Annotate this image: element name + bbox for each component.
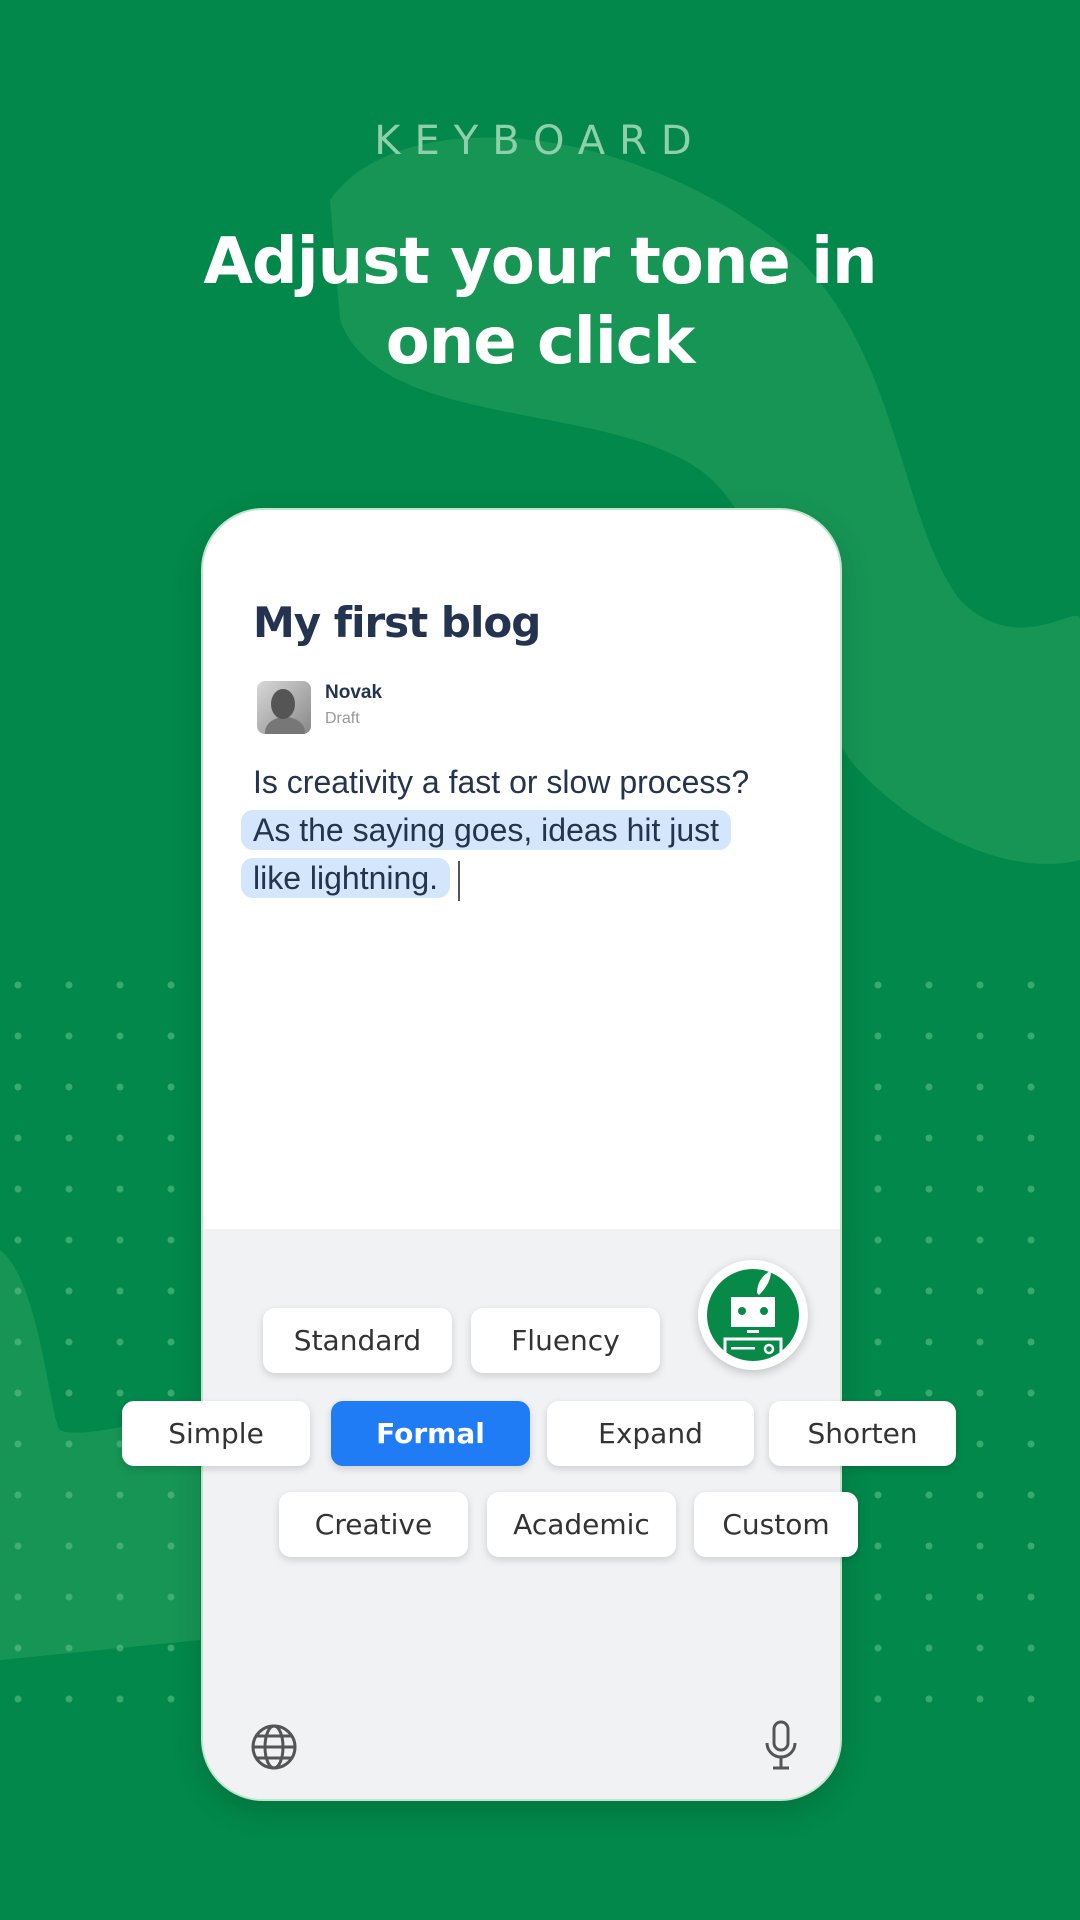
editor-text[interactable]: Is creativity a fast or slow process? As… [241,758,813,902]
avatar [257,681,311,734]
tone-chip-custom[interactable]: Custom [694,1492,858,1557]
tone-chip-formal[interactable]: Formal [331,1401,530,1466]
section-eyebrow: KEYBOARD [374,118,706,164]
author-name: Novak [325,682,383,703]
page-title: Adjust your tone in one click [203,225,877,379]
microphone-icon[interactable] [761,1719,801,1773]
phone-mockup: My first blog Novak Draft Is creativity … [201,508,842,1801]
document-status: Draft [325,710,360,727]
tone-chip-shorten[interactable]: Shorten [769,1401,956,1466]
selected-text: As the saying goes, ideas hit just like l… [241,810,732,898]
robot-quill-icon [707,1269,799,1361]
tone-chip-expand[interactable]: Expand [547,1401,754,1466]
text-cursor [458,860,460,901]
tone-chip-simple[interactable]: Simple [122,1401,310,1466]
assistant-button[interactable] [698,1260,808,1370]
tone-chip-creative[interactable]: Creative [279,1492,468,1557]
tone-chip-standard[interactable]: Standard [263,1308,452,1373]
tone-chip-academic[interactable]: Academic [487,1492,676,1557]
tone-chip-fluency[interactable]: Fluency [471,1308,660,1373]
globe-icon[interactable] [249,1722,299,1772]
document-title: My first blog [253,598,541,647]
